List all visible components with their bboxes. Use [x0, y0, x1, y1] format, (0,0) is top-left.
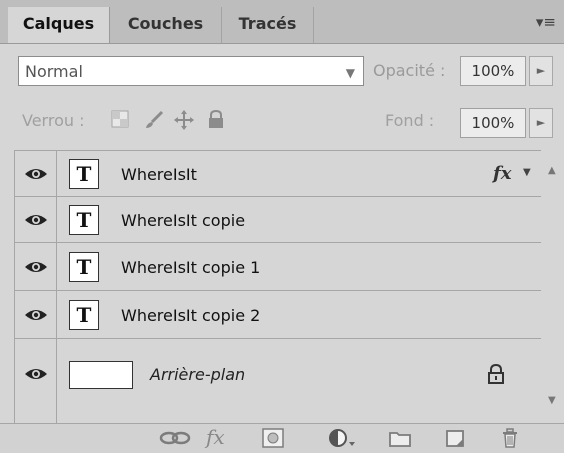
scroll-down-icon[interactable]: ▼ [548, 395, 556, 406]
layer-row[interactable]: T WhereIsIt copie [15, 197, 541, 243]
visibility-toggle[interactable] [15, 339, 57, 423]
opacity-slider-arrow-icon[interactable]: ► [529, 56, 553, 86]
text-layer-thumbnail: T [69, 159, 99, 189]
lock-transparent-icon[interactable] [108, 109, 132, 133]
layer-name[interactable]: WhereIsIt copie [121, 211, 245, 230]
eye-icon [25, 169, 47, 179]
lock-image-icon[interactable] [142, 109, 166, 133]
tab-couches[interactable]: Couches [110, 7, 222, 43]
opacity-label: Opacité : [373, 61, 446, 80]
fx-icon[interactable]: fx [206, 425, 225, 449]
chevron-down-icon: ▼ [345, 66, 355, 80]
visibility-toggle[interactable] [15, 197, 57, 242]
layer-name[interactable]: Arrière-plan [150, 365, 245, 384]
blend-mode-select[interactable]: Normal ▼ [18, 56, 364, 86]
lock-position-icon[interactable] [172, 109, 196, 133]
fill-slider-arrow-icon[interactable]: ► [529, 108, 553, 138]
lock-label: Verrou : [22, 111, 85, 130]
text-layer-thumbnail: T [69, 300, 99, 330]
opacity-input[interactable]: 100% [460, 56, 526, 86]
new-layer-icon[interactable] [444, 428, 466, 448]
tab-calques[interactable]: Calques [8, 7, 110, 43]
bottom-toolbar: fx [0, 423, 564, 453]
new-group-icon[interactable] [388, 428, 412, 448]
layers-panel: Calques Couches Tracés ▾≡ Normal ▼ Opaci… [0, 0, 564, 453]
layer-row[interactable]: T WhereIsIt copie 1 [15, 243, 541, 291]
layer-name[interactable]: WhereIsIt [121, 165, 197, 184]
lock-all-icon[interactable] [204, 109, 228, 133]
lock-icon [488, 363, 504, 384]
eye-icon [25, 369, 47, 379]
layer-row[interactable]: T WhereIsIt copie 2 [15, 291, 541, 339]
fx-icon[interactable]: fx [493, 163, 511, 184]
visibility-toggle[interactable] [15, 291, 57, 338]
layers-list: T WhereIsIt fx ▼ T WhereIsIt copie T Whe… [14, 150, 541, 423]
text-layer-thumbnail: T [69, 252, 99, 282]
panel-menu-icon[interactable]: ▾≡ [536, 14, 556, 30]
fill-input[interactable]: 100% [460, 108, 526, 138]
background-layer-thumbnail [69, 361, 133, 389]
layer-row[interactable]: T WhereIsIt fx ▼ [15, 151, 541, 197]
add-mask-icon[interactable] [262, 428, 284, 448]
layer-name[interactable]: WhereIsIt copie 2 [121, 306, 260, 325]
visibility-toggle[interactable] [15, 243, 57, 290]
layer-name[interactable]: WhereIsIt copie 1 [121, 258, 260, 277]
eye-icon [25, 310, 47, 320]
scroll-up-icon[interactable]: ▲ [548, 165, 556, 176]
tab-bar: Calques Couches Tracés ▾≡ [0, 0, 564, 44]
delete-icon[interactable] [500, 428, 520, 448]
text-layer-thumbnail: T [69, 205, 99, 235]
adjustment-layer-icon[interactable] [328, 428, 358, 448]
link-layers-icon[interactable] [158, 428, 192, 448]
visibility-toggle[interactable] [15, 151, 57, 196]
blend-mode-value: Normal [25, 62, 83, 81]
chevron-down-icon[interactable]: ▼ [523, 167, 531, 178]
eye-icon [25, 215, 47, 225]
tab-traces[interactable]: Tracés [222, 7, 314, 43]
background-layer-row[interactable]: Arrière-plan [15, 339, 541, 423]
fill-label: Fond : [385, 111, 435, 130]
layers-scrollbar[interactable]: ▲ ▼ [542, 151, 564, 421]
eye-icon [25, 262, 47, 272]
